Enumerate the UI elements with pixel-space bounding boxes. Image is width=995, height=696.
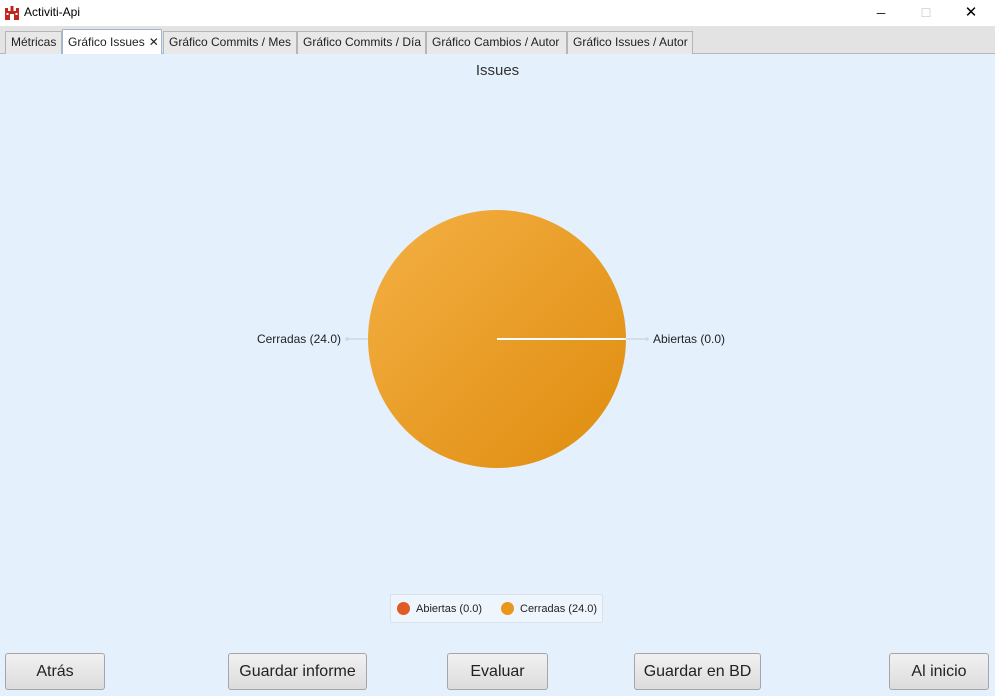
tab-grafico-commits-dia[interactable]: Gráfico Commits / Día bbox=[297, 31, 426, 54]
evaluate-button[interactable]: Evaluar bbox=[447, 653, 548, 690]
tab-bar: Métricas Gráfico Issues ✕ Gráfico Commits… bbox=[0, 26, 995, 55]
home-button[interactable]: Al inicio bbox=[889, 653, 989, 690]
tab-label: Gráfico Commits / Mes bbox=[169, 35, 292, 49]
tab-grafico-commits-mes[interactable]: Gráfico Commits / Mes bbox=[163, 31, 297, 54]
tab-label: Gráfico Issues / Autor bbox=[573, 35, 688, 49]
slice-label-abiertas: Abiertas (0.0) bbox=[653, 332, 725, 346]
close-tab-icon[interactable]: ✕ bbox=[149, 35, 159, 49]
save-report-button[interactable]: Guardar informe bbox=[228, 653, 367, 690]
legend-label: Cerradas (24.0) bbox=[520, 603, 598, 615]
chart-panel: Issues Abiertas (0.0) Cerradas (24.0) Abi… bbox=[0, 54, 995, 696]
slice-label-dot bbox=[645, 337, 649, 341]
slice-label-cerradas: Cerradas (24.0) bbox=[257, 332, 341, 346]
tab-metricas[interactable]: Métricas bbox=[5, 31, 62, 54]
legend-item-cerradas: Cerradas (24.0) bbox=[501, 602, 597, 615]
slice-label-dot bbox=[345, 337, 349, 341]
minimize-button[interactable]: ─ bbox=[858, 0, 904, 26]
chart-legend: Abiertas (0.0) Cerradas (24.0) bbox=[390, 594, 603, 623]
tab-label: Gráfico Cambios / Autor bbox=[432, 35, 560, 49]
save-db-button[interactable]: Guardar en BD bbox=[634, 653, 761, 690]
tab-label: Gráfico Issues bbox=[68, 35, 145, 49]
app-icon bbox=[5, 6, 19, 20]
maximize-button[interactable]: ☐ bbox=[903, 0, 949, 26]
close-window-button[interactable]: ✕ bbox=[948, 0, 994, 26]
legend-swatch bbox=[397, 602, 410, 615]
title-bar: Activiti-Api ─ ☐ ✕ bbox=[0, 0, 995, 26]
tab-label: Métricas bbox=[11, 35, 57, 49]
tab-grafico-issues-autor[interactable]: Gráfico Issues / Autor bbox=[567, 31, 693, 54]
tab-grafico-cambios-autor[interactable]: Gráfico Cambios / Autor bbox=[426, 31, 567, 54]
tab-label: Gráfico Commits / Día bbox=[303, 35, 422, 49]
pie-chart: Abiertas (0.0) Cerradas (24.0) bbox=[257, 210, 725, 468]
window-title: Activiti-Api bbox=[24, 5, 81, 19]
back-button[interactable]: Atrás bbox=[5, 653, 105, 690]
legend-item-abiertas: Abiertas (0.0) bbox=[397, 602, 482, 615]
legend-swatch bbox=[501, 602, 514, 615]
tab-grafico-issues[interactable]: Gráfico Issues ✕ bbox=[62, 29, 162, 55]
legend-label: Abiertas (0.0) bbox=[416, 603, 483, 615]
